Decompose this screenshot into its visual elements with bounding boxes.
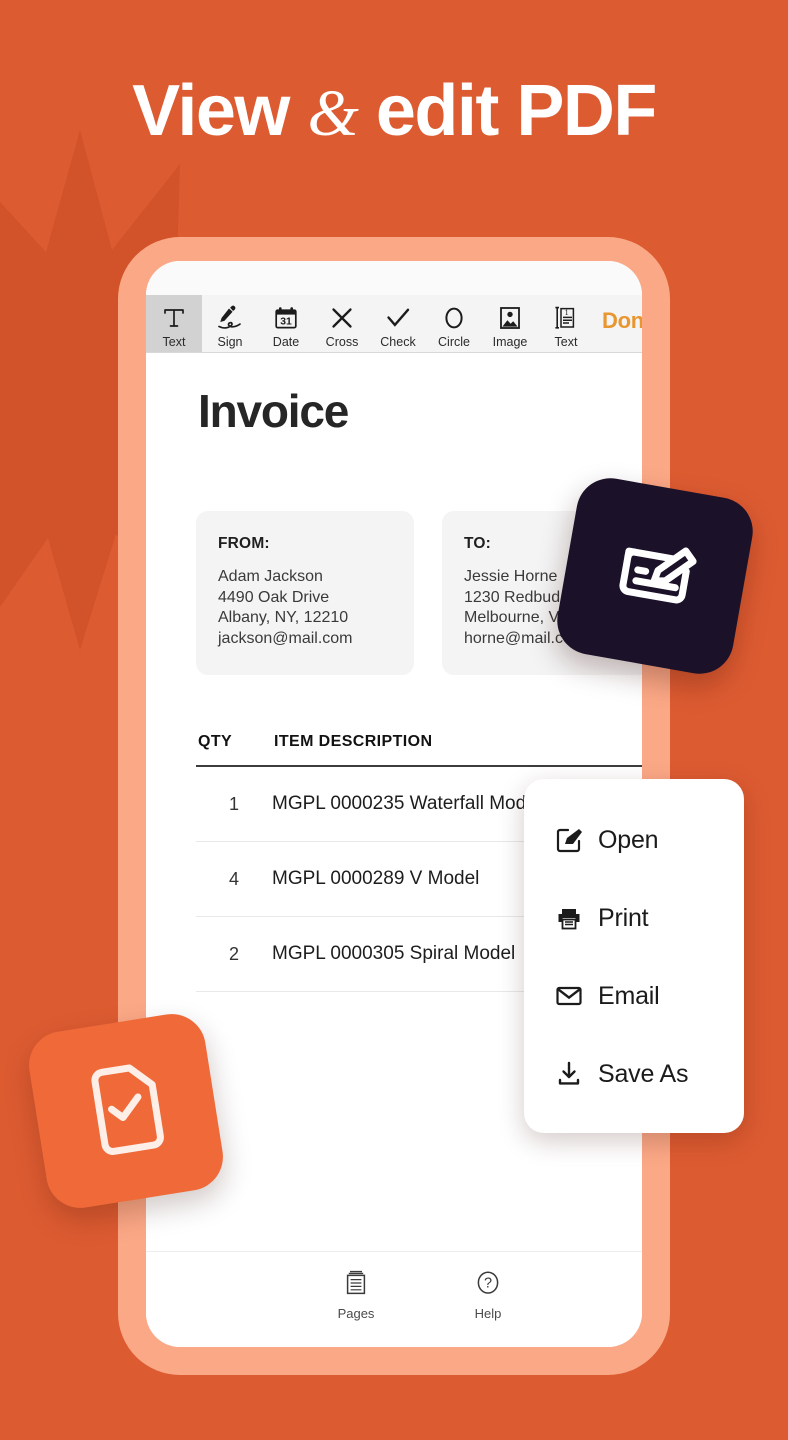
invoice-title: Invoice (198, 385, 349, 437)
tool-image[interactable]: Image (482, 295, 538, 352)
promo-stage: View & edit PDF Text Sign 31 Date Cross … (0, 0, 788, 1440)
tool-label: Check (380, 335, 416, 349)
svg-text:1: 1 (565, 308, 569, 317)
editor-toolbar: Text Sign 31 Date Cross Check Circle Ima… (146, 295, 642, 353)
text-t-icon (161, 303, 187, 333)
tool-circle[interactable]: Circle (426, 295, 482, 352)
tool-cross[interactable]: Cross (314, 295, 370, 352)
editor-toolbar-area: Text Sign 31 Date Cross Check Circle Ima… (146, 261, 642, 353)
edit-square-icon (554, 825, 590, 855)
signature-pen-icon (216, 303, 244, 333)
document-check-badge (24, 1009, 228, 1213)
tool-label: Text (162, 335, 186, 349)
cell-qty: 2 (228, 943, 239, 964)
headline-part1: View (132, 71, 290, 151)
nav-item-label: Help (474, 1306, 502, 1321)
tool-text[interactable]: Text (146, 295, 202, 352)
tool-label: Image (492, 335, 528, 349)
tool-label: Text (554, 335, 578, 349)
svg-text:31: 31 (280, 317, 292, 328)
text-box-icon: 1 (553, 303, 579, 333)
nav-item-help[interactable]: ? Help (422, 1269, 554, 1321)
from-city: Albany, NY, 12210 (218, 609, 349, 626)
context-menu: Open Print Email Save As (524, 779, 744, 1133)
menu-item-label: Open (598, 825, 659, 854)
printer-icon (554, 903, 590, 933)
page-title: View & edit PDF (0, 72, 788, 153)
done-button[interactable]: Done (602, 308, 642, 334)
download-icon (554, 1059, 590, 1089)
bottom-nav-bar: Pages ? Help (146, 1251, 642, 1347)
circle-o-icon (441, 303, 467, 333)
menu-item-open[interactable]: Open (524, 801, 744, 879)
cell-description: MGPL 0000305 Spiral Model (272, 943, 516, 964)
headline-ampersand: & (307, 77, 358, 150)
cell-description: MGPL 0000235 Waterfall Model (272, 793, 541, 814)
pages-stack-icon (343, 1269, 369, 1302)
nav-item-pages[interactable]: Pages (290, 1269, 422, 1321)
tool-label: Sign (217, 335, 243, 349)
from-name: Adam Jackson (218, 568, 323, 585)
cross-x-icon (329, 303, 355, 333)
from-street: 4490 Oak Drive (218, 588, 330, 606)
menu-item-label: Save As (598, 1059, 689, 1088)
column-header-qty: QTY (198, 733, 233, 750)
fill-and-sign-badge (551, 472, 759, 680)
image-photo-icon (497, 303, 523, 333)
cell-qty: 4 (228, 868, 239, 889)
cell-qty: 1 (228, 793, 239, 814)
calendar-31-icon: 31 (273, 303, 299, 333)
nav-item-label: Pages (337, 1306, 375, 1321)
from-card: FROM: Adam Jackson 4490 Oak Drive Albany… (196, 511, 414, 675)
column-header-description: ITEM DESCRIPTION (274, 733, 433, 750)
from-heading: FROM: (218, 535, 270, 552)
tool-label: Circle (438, 335, 470, 349)
table-header: QTY ITEM DESCRIPTION (196, 733, 642, 765)
menu-item-label: Email (598, 981, 660, 1010)
tool-label: Cross (325, 335, 359, 349)
headline-part2: edit PDF (375, 71, 658, 151)
menu-item-print[interactable]: Print (524, 879, 744, 957)
tool-check[interactable]: Check (370, 295, 426, 352)
question-circle-icon: ? (474, 1269, 502, 1302)
checkmark-icon (385, 303, 411, 333)
envelope-icon (554, 981, 590, 1011)
menu-item-save-as[interactable]: Save As (524, 1035, 744, 1113)
tool-text-box[interactable]: 1 Text (538, 295, 594, 352)
from-email: jackson@mail.com (218, 629, 353, 647)
menu-item-label: Print (598, 903, 649, 932)
tool-sign[interactable]: Sign (202, 295, 258, 352)
svg-text:?: ? (484, 1276, 492, 1292)
tool-label: Date (272, 335, 300, 349)
tool-date[interactable]: 31 Date (258, 295, 314, 352)
menu-item-email[interactable]: Email (524, 957, 744, 1035)
document-check-icon (64, 1047, 188, 1176)
form-sign-icon (590, 509, 721, 644)
cell-description: MGPL 0000289 V Model (272, 868, 480, 889)
